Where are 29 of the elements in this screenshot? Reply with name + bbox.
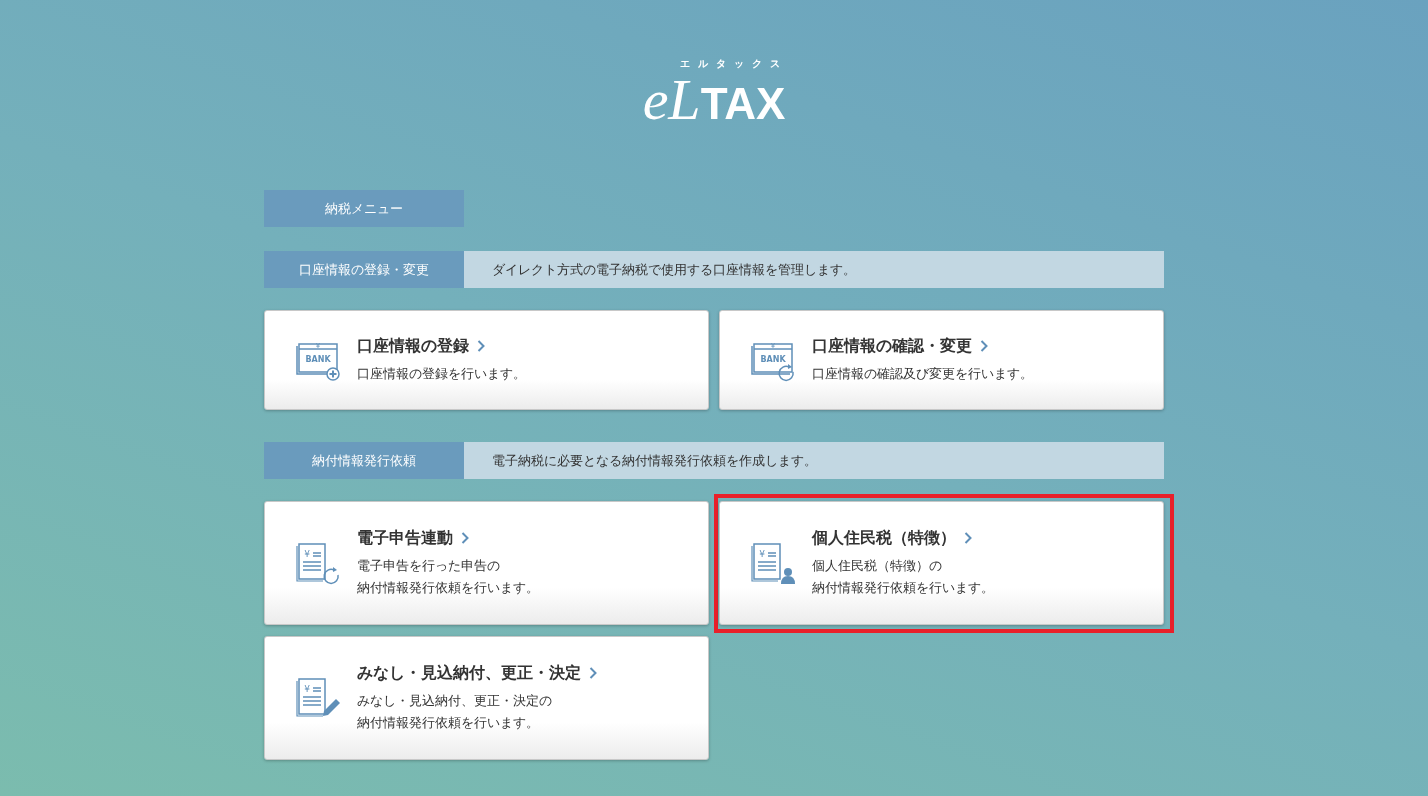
card-description: 口座情報の確認及び変更を行います。 [812, 364, 1033, 383]
chevron-right-icon [980, 340, 988, 352]
menu-title: 納税メニュー [264, 190, 464, 227]
menu-card[interactable]: ¥ みなし・見込納付、更正・決定 みなし・見込納付、更正・決定の 納付情報発行依頼を行います。 [264, 636, 709, 760]
card-description: 納付情報発行依頼を行います。 [357, 713, 540, 732]
menu-card[interactable]: ¥ 電子申告連動 電子申告を行った申告の 納付情報発行依頼を行います。 [264, 501, 709, 625]
card-description: 口座情報の登録を行います。 [357, 364, 526, 383]
chevron-right-icon [461, 532, 469, 544]
card-title: 口座情報の確認・変更 [812, 335, 972, 357]
card-description: 個人住民税（特徴）の [812, 556, 943, 575]
card-description: 納付情報発行依頼を行います。 [812, 578, 994, 597]
card-description: 納付情報発行依頼を行います。 [357, 578, 539, 597]
menu-card[interactable]: ¥ 個人住民税（特徴） 個人住民税（特徴）の 納付情報発行依頼を行います。 [719, 501, 1164, 625]
logo-script-letters: eL [642, 70, 701, 130]
chevron-right-icon [964, 532, 972, 544]
section-description: 電子納税に必要となる納付情報発行依頼を作成します。 [464, 442, 1164, 479]
logo-block-letters: TAX [700, 79, 786, 129]
card-description: みなし・見込納付、更正・決定の [357, 691, 553, 710]
card-title: みなし・見込納付、更正・決定 [357, 662, 581, 684]
card-title: 口座情報の登録 [357, 335, 469, 357]
card-title: 個人住民税（特徴） [812, 527, 956, 549]
card-title: 電子申告連動 [357, 527, 453, 549]
chevron-right-icon [477, 340, 485, 352]
logo-kana: エルタックス [680, 58, 788, 70]
section-description: ダイレクト方式の電子納税で使用する口座情報を管理します。 [464, 251, 1164, 288]
card-description: 電子申告を行った申告の [357, 556, 501, 575]
section-label: 納付情報発行依頼 [264, 442, 464, 479]
chevron-right-icon [589, 667, 597, 679]
section-label: 口座情報の登録・変更 [264, 251, 464, 288]
